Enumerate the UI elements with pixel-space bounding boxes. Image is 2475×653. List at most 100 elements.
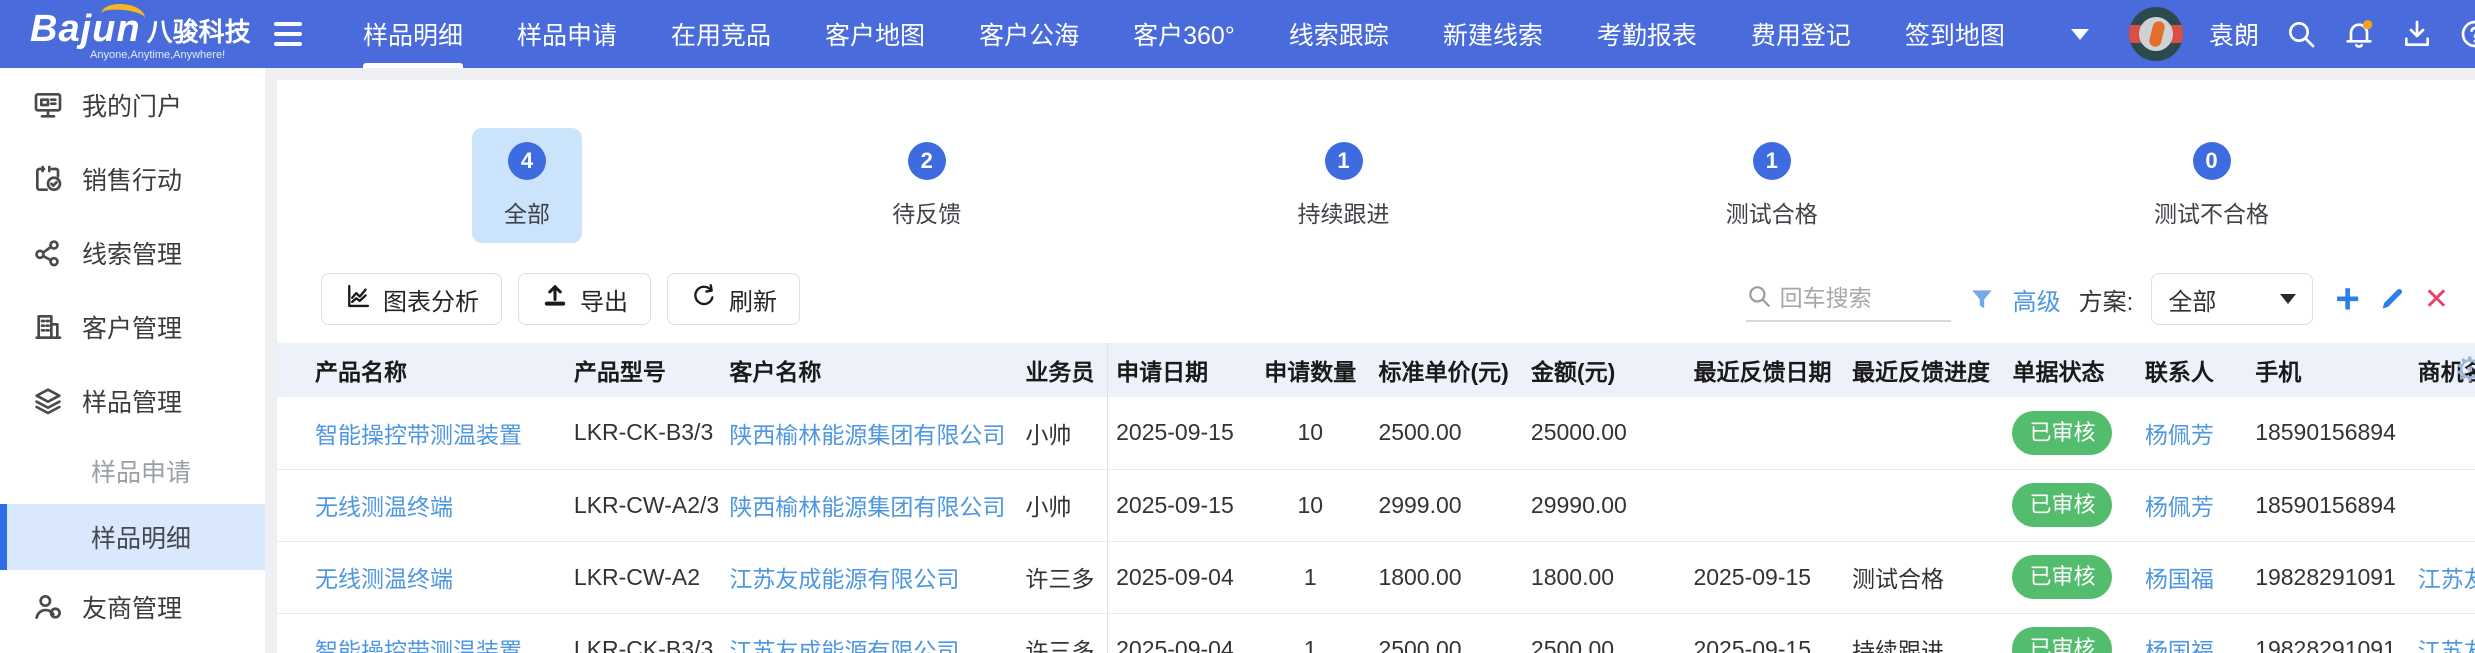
customer-link[interactable]: 江苏友成能源有限公司 bbox=[729, 566, 959, 592]
app-logo[interactable]: Bajun 八骏科技 Anyone,Anytime,Anywhere! bbox=[0, 8, 258, 61]
cell-qty: 10 bbox=[1250, 397, 1370, 469]
customer-link[interactable]: 江苏友成能源有限公司 bbox=[729, 638, 959, 653]
nav-tab-expense-register[interactable]: 费用登记 bbox=[1724, 0, 1878, 68]
nav-tab-customer-360[interactable]: 客户360° bbox=[1106, 0, 1262, 68]
user-avatar[interactable] bbox=[2129, 7, 2183, 61]
download-icon[interactable] bbox=[2401, 18, 2433, 50]
sidebar-item-label: 友商管理 bbox=[82, 589, 182, 625]
col-header-unit_price: 标准单价(元) bbox=[1370, 343, 1522, 397]
cell-status: 已审核 bbox=[2004, 397, 2136, 469]
sample-detail-table: 产品名称产品型号客户名称业务员申请日期申请数量标准单价(元)金额(元)最近反馈日… bbox=[277, 343, 2475, 653]
button-label: 刷新 bbox=[729, 282, 777, 317]
advanced-filter-link[interactable]: 高级 bbox=[2013, 282, 2061, 317]
table-row: 智能操控带测温装置LKR-CK-B3/3江苏友成能源有限公司许三多2025-09… bbox=[277, 613, 2475, 653]
opportunity-link[interactable]: 江苏友成 bbox=[2418, 566, 2475, 592]
sidebar-item-my-portal[interactable]: 我的门户 bbox=[0, 68, 265, 142]
status-count-badge: 4 bbox=[508, 142, 546, 180]
delete-scheme-button[interactable]: ✕ bbox=[2424, 282, 2449, 317]
status-label: 持续跟进 bbox=[1298, 195, 1390, 229]
cell-phone: 18590156894 bbox=[2247, 397, 2410, 469]
chart-analysis-button[interactable]: 图表分析 bbox=[321, 273, 502, 325]
brand-name: Bajun bbox=[30, 8, 141, 51]
bell-icon[interactable] bbox=[2343, 18, 2375, 50]
product-link[interactable]: 智能操控带测温装置 bbox=[315, 638, 522, 653]
sidebar-item-sales-action[interactable]: 销售行动 bbox=[0, 142, 265, 216]
column-settings-gear-icon[interactable]: ⚙ bbox=[2455, 350, 2475, 390]
col-header-status: 单据状态 bbox=[2004, 343, 2136, 397]
edit-scheme-button[interactable] bbox=[2378, 285, 2406, 313]
cell-unit_price: 2999.00 bbox=[1370, 469, 1522, 541]
filter-funnel-icon[interactable] bbox=[1969, 286, 1995, 312]
nav-tab-competing-products[interactable]: 在用竞品 bbox=[644, 0, 798, 68]
cell-apply_date: 2025-09-15 bbox=[1108, 469, 1250, 541]
sidebar-item-leads-management[interactable]: 线索管理 bbox=[0, 216, 265, 290]
nav-tab-sample-detail[interactable]: 样品明细 bbox=[336, 0, 490, 68]
cell-amount: 2500.00 bbox=[1523, 613, 1686, 653]
sidebar-item-sample-management[interactable]: 样品管理 bbox=[0, 364, 265, 438]
sidebar-item-label: 线索管理 bbox=[82, 235, 182, 271]
search-icon[interactable] bbox=[2285, 18, 2317, 50]
opportunity-link[interactable]: 江苏友成 bbox=[2418, 638, 2475, 653]
main-area: 4全部2待反馈1持续跟进1测试合格0测试不合格 图表分析导出刷新 高级 方案: … bbox=[265, 68, 2475, 653]
col-header-feedback_progress: 最近反馈进度 bbox=[1844, 343, 2005, 397]
cell-model: LKR-CW-A2 bbox=[566, 541, 721, 613]
cell-qty: 10 bbox=[1250, 469, 1370, 541]
nav-tab-attendance-report[interactable]: 考勤报表 bbox=[1570, 0, 1724, 68]
nav-tab-new-lead[interactable]: 新建线索 bbox=[1416, 0, 1570, 68]
nav-tab-checkin-map[interactable]: 签到地图 bbox=[1878, 0, 2032, 68]
cell-contact: 杨佩芳 bbox=[2137, 397, 2247, 469]
toolbar: 图表分析导出刷新 高级 方案: 全部 + ✕ bbox=[277, 261, 2475, 343]
nav-more-caret-icon[interactable] bbox=[2071, 29, 2089, 40]
status-tab-test-passed[interactable]: 1测试合格 bbox=[1700, 128, 1844, 243]
help-icon[interactable] bbox=[2459, 18, 2475, 50]
add-scheme-button[interactable]: + bbox=[2335, 278, 2360, 320]
table-row: 无线测温终端LKR-CW-A2/3陕西榆林能源集团有限公司小帅2025-09-1… bbox=[277, 469, 2475, 541]
cell-customer: 江苏友成能源有限公司 bbox=[721, 541, 1017, 613]
status-tab-test-failed[interactable]: 0测试不合格 bbox=[2128, 128, 2295, 243]
status-label: 待反馈 bbox=[892, 195, 961, 229]
contact-link[interactable]: 杨国福 bbox=[2145, 638, 2214, 653]
cell-product: 无线测温终端 bbox=[277, 469, 566, 541]
product-link[interactable]: 智能操控带测温装置 bbox=[315, 422, 522, 448]
status-tab-all[interactable]: 4全部 bbox=[472, 128, 582, 243]
sidebar-item-customer-management[interactable]: 客户管理 bbox=[0, 290, 265, 364]
cell-qty: 1 bbox=[1250, 613, 1370, 653]
customer-link[interactable]: 陕西榆林能源集团有限公司 bbox=[729, 494, 1005, 520]
sidebar-item-partner-management[interactable]: 友商管理 bbox=[0, 570, 265, 644]
nav-tab-lead-tracking[interactable]: 线索跟踪 bbox=[1262, 0, 1416, 68]
chevron-down-icon bbox=[2280, 294, 2296, 304]
search-icon bbox=[1746, 283, 1772, 314]
product-link[interactable]: 无线测温终端 bbox=[315, 566, 453, 592]
col-header-qty: 申请数量 bbox=[1250, 343, 1370, 397]
cell-unit_price: 1800.00 bbox=[1370, 541, 1522, 613]
search-input[interactable] bbox=[1780, 285, 1940, 312]
cell-phone: 19828291091 bbox=[2247, 613, 2410, 653]
export-button[interactable]: 导出 bbox=[518, 273, 651, 325]
cell-unit_price: 2500.00 bbox=[1370, 397, 1522, 469]
nav-tab-customer-map[interactable]: 客户地图 bbox=[798, 0, 952, 68]
cell-qty: 1 bbox=[1250, 541, 1370, 613]
product-link[interactable]: 无线测温终端 bbox=[315, 494, 453, 520]
contact-link[interactable]: 杨佩芳 bbox=[2145, 494, 2214, 520]
refresh-button[interactable]: 刷新 bbox=[667, 273, 800, 325]
customer-link[interactable]: 陕西榆林能源集团有限公司 bbox=[729, 422, 1005, 448]
nav-tabs: 样品明细样品申请在用竞品客户地图客户公海客户360°线索跟踪新建线索考勤报表费用… bbox=[336, 0, 2032, 68]
status-tab-pending-feedback[interactable]: 2待反馈 bbox=[866, 128, 987, 243]
status-tab-follow-up[interactable]: 1持续跟进 bbox=[1272, 128, 1416, 243]
scheme-select-value: 全部 bbox=[2168, 282, 2216, 317]
nav-tab-customer-pool[interactable]: 客户公海 bbox=[952, 0, 1106, 68]
contact-link[interactable]: 杨国福 bbox=[2145, 566, 2214, 592]
cell-amount: 1800.00 bbox=[1523, 541, 1686, 613]
contact-link[interactable]: 杨佩芳 bbox=[2145, 422, 2214, 448]
user-name[interactable]: 袁朗 bbox=[2209, 16, 2259, 52]
table-row: 无线测温终端LKR-CW-A2江苏友成能源有限公司许三多2025-09-0411… bbox=[277, 541, 2475, 613]
cell-feedback_progress: 持续跟进 bbox=[1844, 613, 2005, 653]
scheme-select[interactable]: 全部 bbox=[2151, 273, 2313, 325]
hamburger-menu-icon[interactable] bbox=[258, 22, 318, 46]
status-label: 测试合格 bbox=[1726, 195, 1818, 229]
cell-status: 已审核 bbox=[2004, 541, 2136, 613]
nav-tab-sample-apply[interactable]: 样品申请 bbox=[490, 0, 644, 68]
sidebar-subitem-sample-apply[interactable]: 样品申请 bbox=[0, 438, 265, 504]
sidebar-subitem-sample-detail[interactable]: 样品明细 bbox=[0, 504, 265, 570]
cell-apply_date: 2025-09-04 bbox=[1108, 541, 1250, 613]
